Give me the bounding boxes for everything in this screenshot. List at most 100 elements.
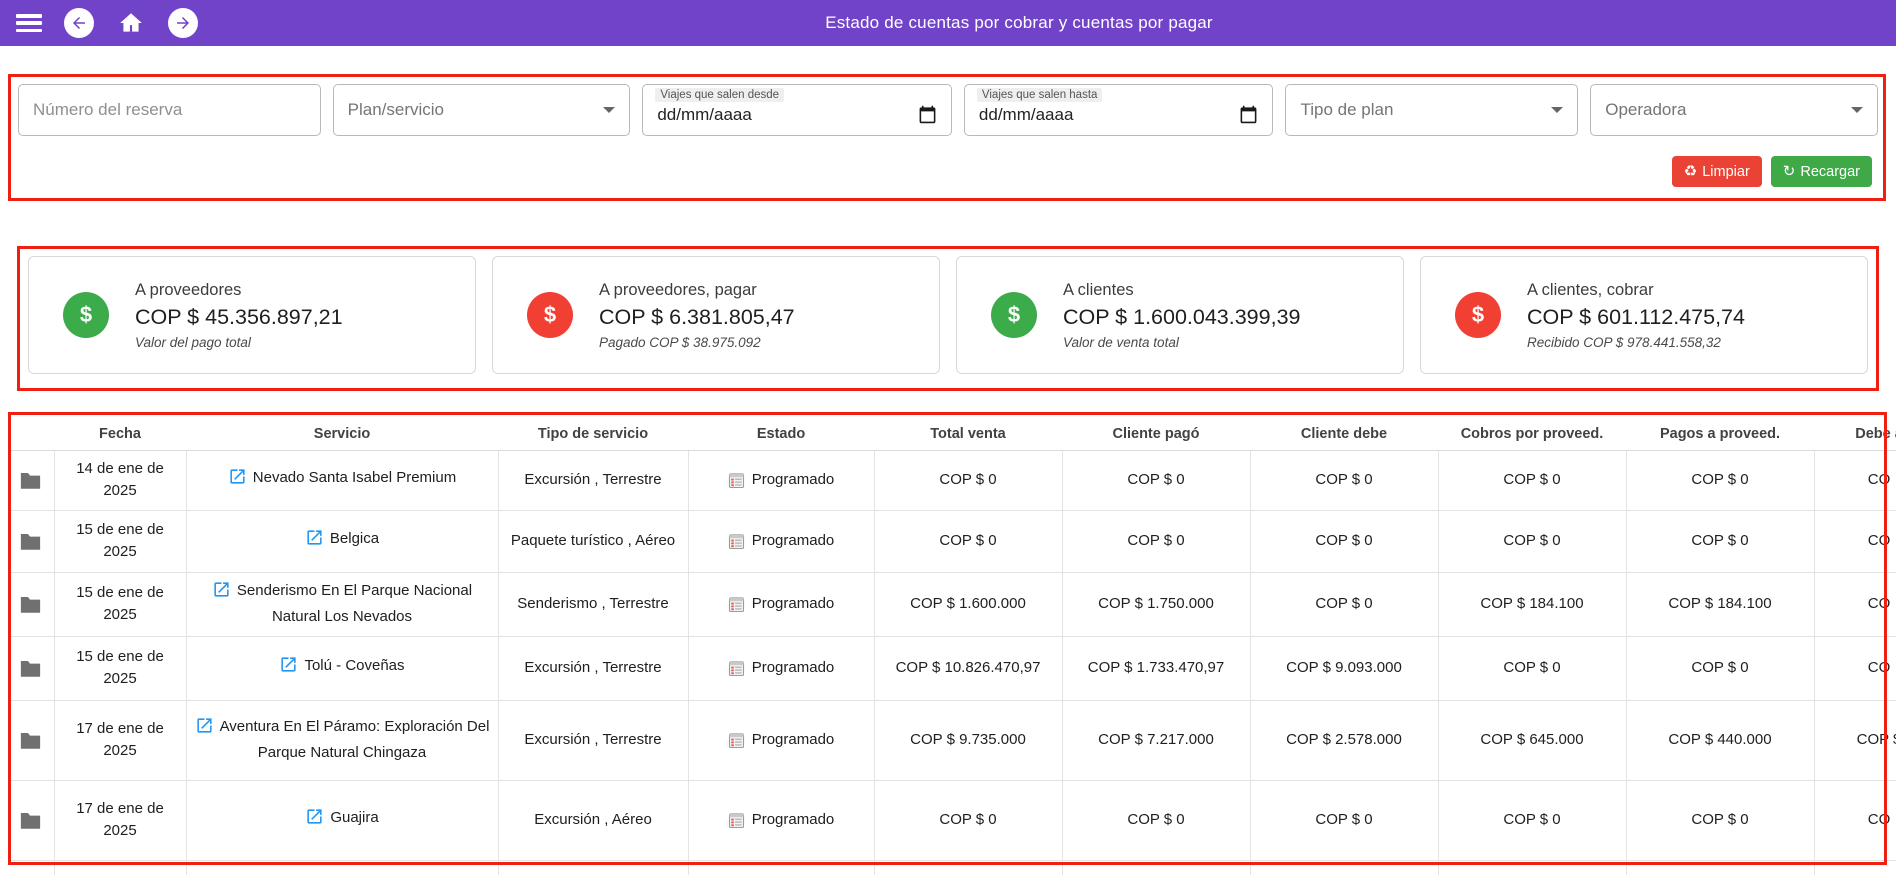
cell-cliente-pago: COP $ 1.733.470,97 — [1062, 636, 1250, 700]
col-servicio: Servicio — [186, 418, 498, 450]
cell-pagos-proveed: COP $ 440.000 — [1626, 700, 1814, 780]
dollar-icon: $ — [1455, 292, 1501, 338]
cell-cliente-debe: COP $ 2.578.000 — [1250, 700, 1438, 780]
calendar-status-icon — [728, 660, 745, 677]
open-link-icon[interactable] — [228, 467, 247, 493]
cell-total-venta: COP $ 9.735.000 — [874, 700, 1062, 780]
card-title: A proveedores, pagar — [599, 281, 795, 300]
cell-servicio: Aventura En El Páramo: Exploración Del P… — [186, 700, 498, 780]
folder-icon[interactable] — [16, 532, 46, 550]
cell-cliente-pago: COP $ 0 — [1062, 510, 1250, 572]
cell-tipo: Excursión , Terrestre — [498, 636, 688, 700]
cell-tipo: Senderismo , Terrestre — [498, 572, 688, 636]
cell-cliente-pago: COP $ 7.217.000 — [1062, 700, 1250, 780]
cell-estado: Programado — [688, 636, 874, 700]
menu-icon[interactable] — [16, 14, 42, 32]
forward-icon[interactable] — [168, 8, 198, 38]
cell-fecha: 17 de ene de 2025 — [54, 700, 186, 780]
home-icon[interactable] — [116, 8, 146, 38]
back-icon[interactable] — [64, 8, 94, 38]
folder-icon[interactable] — [16, 811, 46, 829]
accounts-table: Fecha Servicio Tipo de servicio Estado T… — [8, 418, 1896, 875]
plan-servicio-select[interactable]: Plan/servicio — [333, 84, 631, 136]
cell-total-venta: COP $ 10.826.470,97 — [874, 636, 1062, 700]
col-estado: Estado — [688, 418, 874, 450]
cell-debe-a: CO — [1814, 510, 1896, 572]
cell-cliente-debe: COP $ 9.093.000 — [1250, 636, 1438, 700]
plan-servicio-label: Plan/servicio — [348, 100, 444, 120]
summary-cards: $ A proveedores COP $ 45.356.897,21 Valo… — [28, 256, 1868, 374]
service-link[interactable]: Belgica — [330, 530, 379, 547]
tipo-de-plan-select[interactable]: Tipo de plan — [1285, 84, 1578, 136]
date-from-label: Viajes que salen desde — [655, 88, 784, 102]
operadora-select[interactable]: Operadora — [1590, 84, 1878, 136]
col-cobros-proveed: Cobros por proveed. — [1438, 418, 1626, 450]
cell-total-venta: COP $ 1.600.000 — [874, 572, 1062, 636]
col-icon — [8, 418, 54, 450]
cell-pagos-proveed: COP $ 184.100 — [1626, 572, 1814, 636]
service-link[interactable]: Aventura En El Páramo: Exploración Del P… — [220, 718, 490, 761]
dollar-icon: $ — [63, 292, 109, 338]
cell-servicio: Senderismo En El Parque Nacional Natural… — [186, 572, 498, 636]
card-amount: COP $ 1.600.043.399,39 — [1063, 305, 1301, 330]
cell-cobros-proveed: COP $ 0 — [1438, 510, 1626, 572]
table-row: 15 de ene de 2025 Belgica Paquete turíst… — [8, 510, 1896, 572]
card-a-clientes-cobrar: $ A clientes, cobrar COP $ 601.112.475,7… — [1420, 256, 1868, 374]
status-badge: Programado — [752, 657, 835, 679]
table-header-row: Fecha Servicio Tipo de servicio Estado T… — [8, 418, 1896, 450]
cell-cobros-proveed: COP $ 0 — [1438, 636, 1626, 700]
cell-estado: Programado — [688, 510, 874, 572]
page-title: Estado de cuentas por cobrar y cuentas p… — [198, 13, 1880, 33]
open-link-icon[interactable] — [305, 528, 324, 554]
service-link[interactable]: Nevado Santa Isabel Premium — [253, 469, 456, 486]
calendar-status-icon — [728, 732, 745, 749]
folder-icon[interactable] — [16, 471, 46, 489]
cell-tipo: Paquete turístico , Aéreo — [498, 510, 688, 572]
recargar-button[interactable]: ↻ Recargar — [1771, 156, 1872, 187]
service-link[interactable]: Senderismo En El Parque Nacional Natural… — [237, 582, 472, 625]
cell-fecha: 14 de ene de 2025 — [54, 450, 186, 510]
cell-tipo: Excursión , Aéreo — [498, 780, 688, 860]
reserva-input[interactable] — [33, 100, 306, 120]
page: Estado de cuentas por cobrar y cuentas p… — [0, 0, 1896, 875]
date-from-field[interactable]: Viajes que salen desde dd/mm/aaaa — [642, 84, 952, 136]
cell-pagos-proveed: COP $ 0 — [1626, 510, 1814, 572]
calendar-picker-icon[interactable] — [1239, 97, 1258, 124]
cell-servicio: Tolú - Coveñas — [186, 636, 498, 700]
tipo-de-plan-label: Tipo de plan — [1300, 100, 1393, 120]
calendar-status-icon — [728, 533, 745, 550]
cell-cobros-proveed: COP $ 184.100 — [1438, 572, 1626, 636]
date-to-label: Viajes que salen hasta — [977, 88, 1103, 102]
service-link[interactable]: Tolú - Coveñas — [304, 657, 404, 674]
service-link[interactable]: Guajira — [330, 809, 378, 826]
cell-cliente-pago: COP $ 0 — [1062, 780, 1250, 860]
open-link-icon[interactable] — [195, 716, 214, 742]
folder-icon[interactable] — [16, 659, 46, 677]
card-a-clientes: $ A clientes COP $ 1.600.043.399,39 Valo… — [956, 256, 1404, 374]
card-title: A clientes, cobrar — [1527, 281, 1745, 300]
nav-icons — [16, 8, 198, 38]
status-badge: Programado — [752, 530, 835, 552]
card-subtitle: Recibido COP $ 978.441.558,32 — [1527, 335, 1745, 350]
table-row: 15 de ene de 2025 Tolú - Coveñas Excursi… — [8, 636, 1896, 700]
cell-estado: Programado — [688, 700, 874, 780]
table-row: 14 de ene de 2025 Nevado Santa Isabel Pr… — [8, 450, 1896, 510]
open-link-icon[interactable] — [305, 807, 324, 833]
cell-cliente-pago: COP $ 1.750.000 — [1062, 572, 1250, 636]
calendar-picker-icon[interactable] — [918, 97, 937, 124]
calendar-status-icon — [728, 596, 745, 613]
chevron-down-icon — [1551, 107, 1563, 113]
reserva-field-wrap — [18, 84, 321, 136]
card-title: A clientes — [1063, 281, 1301, 300]
limpiar-button[interactable]: ♻ Limpiar — [1672, 156, 1762, 187]
cell-estado: Programado — [688, 780, 874, 860]
chevron-down-icon — [603, 107, 615, 113]
folder-icon[interactable] — [16, 731, 46, 749]
card-subtitle: Valor del pago total — [135, 335, 343, 350]
cell-debe-a: COP $ — [1814, 700, 1896, 780]
limpiar-label: Limpiar — [1702, 164, 1750, 180]
open-link-icon[interactable] — [212, 580, 231, 606]
open-link-icon[interactable] — [279, 655, 298, 681]
folder-icon[interactable] — [16, 595, 46, 613]
date-to-field[interactable]: Viajes que salen hasta dd/mm/aaaa — [964, 84, 1274, 136]
